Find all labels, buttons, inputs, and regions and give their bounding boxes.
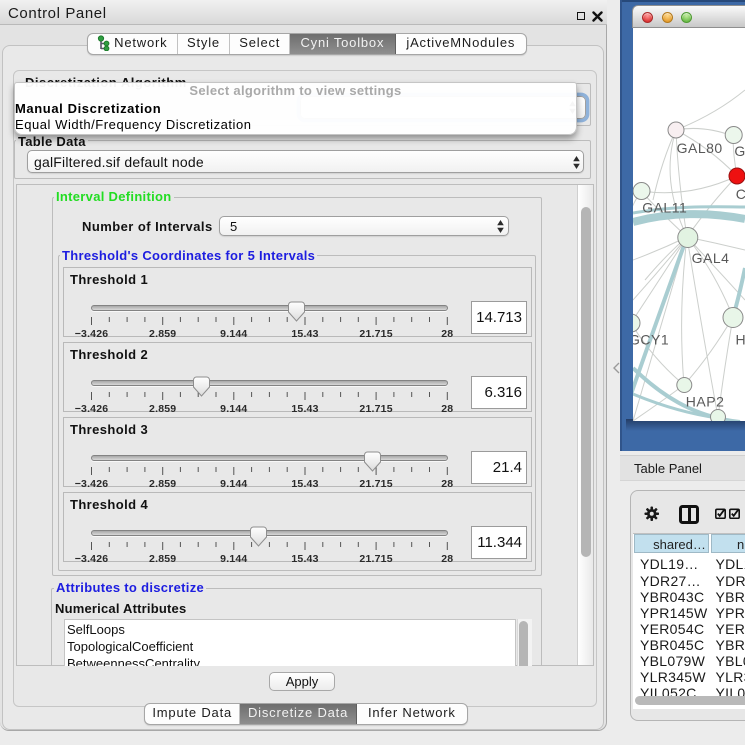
- svg-text:GAL11: GAL11: [642, 199, 687, 215]
- svg-text:GCY1: GCY1: [633, 331, 669, 347]
- svg-text:GAL4: GAL4: [692, 250, 730, 266]
- svg-text:GAL80: GAL80: [677, 140, 723, 156]
- svg-text:GA: GA: [734, 143, 745, 159]
- svg-text:HAP2: HAP2: [686, 394, 725, 410]
- svg-text:C: C: [736, 186, 745, 202]
- svg-text:H: H: [736, 331, 745, 347]
